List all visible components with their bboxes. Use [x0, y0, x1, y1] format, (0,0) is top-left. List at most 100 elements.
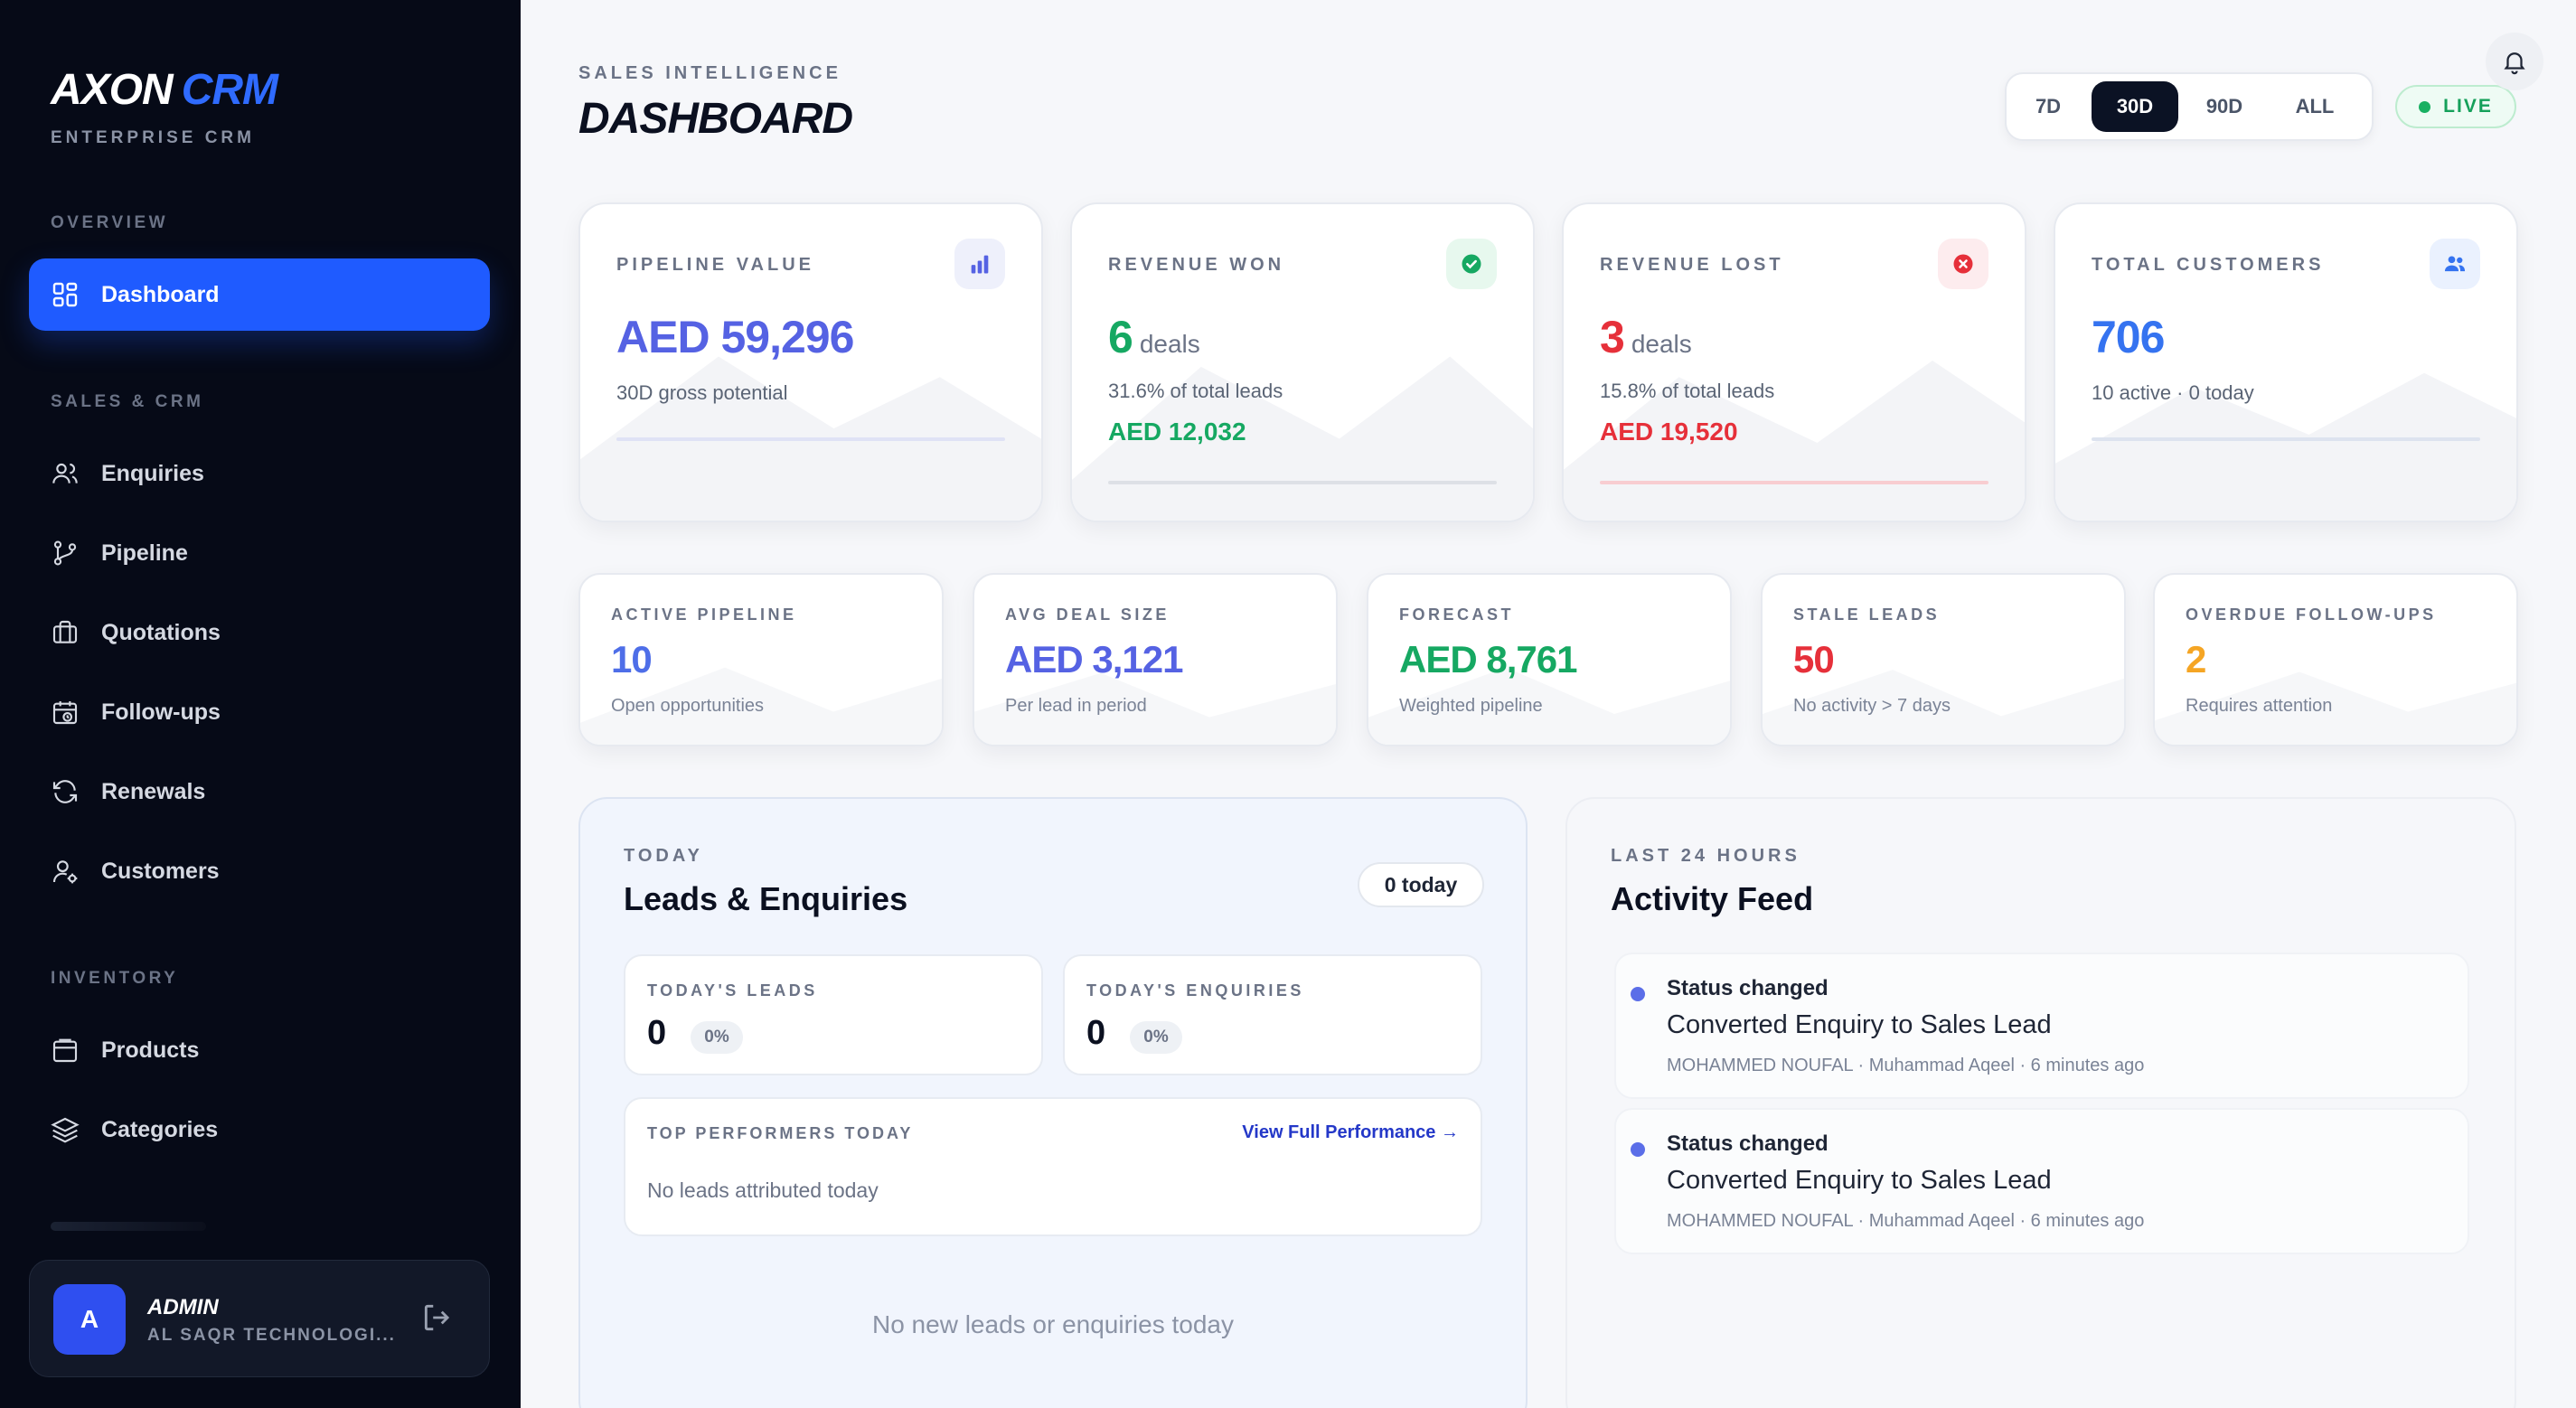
todays-enquiries-card: TODAY'S ENQUIRIES 0 0% [1063, 954, 1482, 1075]
sidebar-item-label: Products [101, 1037, 200, 1063]
nav-section-faded [51, 1222, 206, 1231]
sidebar-item-label: Pipeline [101, 540, 188, 566]
x-circle-icon [1953, 254, 1973, 274]
sidebar-item-products[interactable]: Products [29, 1014, 490, 1086]
calendar-clock-icon [52, 701, 78, 725]
sidebar-item-follow-ups[interactable]: Follow-ups [29, 676, 490, 748]
leads-empty-state: No new leads or enquiries today [871, 1310, 1234, 1338]
briefcase-icon [52, 620, 78, 643]
sidebar-item-quotations[interactable]: Quotations [29, 596, 490, 669]
range-30d-button[interactable]: 30D [2092, 81, 2178, 132]
stat-value: AED 8,761 [1399, 638, 1577, 681]
sidebar-item-enquiries[interactable]: Enquiries [29, 437, 490, 510]
kpi-number: 3 [1600, 312, 1625, 362]
kpi-label: REVENUE LOST [1600, 255, 1784, 275]
kpi-value: 6 deals [1108, 311, 1200, 363]
kpi-icon-wrap [2430, 239, 2480, 289]
sidebar-item-renewals[interactable]: Renewals [29, 756, 490, 828]
kpi-label: PIPELINE VALUE [616, 255, 814, 275]
live-badge: LIVE [2395, 85, 2516, 128]
layers-icon [51, 1117, 80, 1143]
kpi-icon-wrap [954, 239, 1005, 289]
brand-logo[interactable]: AXON CRM [51, 65, 278, 115]
kpi-value: 3 deals [1600, 311, 1692, 363]
stat-label: STALE LEADS [1793, 605, 1941, 624]
nav-section-overview: OVERVIEW [51, 213, 169, 232]
sidebar-item-label: Dashboard [101, 281, 220, 307]
top-performers-label: TOP PERFORMERS TODAY [647, 1124, 914, 1142]
kpi-icon-wrap [1938, 239, 1988, 289]
brand-accent: CRM [181, 66, 278, 114]
kpi-value: AED 59,296 [616, 312, 854, 362]
activity-title: Activity Feed [1611, 880, 1814, 917]
activity-item[interactable]: Status changed Converted Enquiry to Sale… [1614, 1108, 2469, 1254]
stat-label: FORECAST [1399, 605, 1514, 624]
brand-subtitle: ENTERPRISE CRM [51, 128, 255, 147]
todays-leads-percent-badge: 0% [691, 1021, 743, 1054]
range-7d-button[interactable]: 7D [2025, 81, 2072, 132]
sidebar-item-label: Follow-ups [101, 699, 221, 725]
kpi-number: 6 [1108, 312, 1133, 362]
live-dot-icon [2419, 100, 2431, 113]
todays-enquiries-value: 0 [1086, 1014, 1106, 1052]
sidebar-item-label: Quotations [101, 619, 221, 645]
kpi-subtext: 31.6% of total leads [1108, 380, 1283, 402]
kpi-unit: deals [1631, 330, 1692, 358]
activity-meta: MOHAMMED NOUFAL · Muhammad Aqeel · 6 min… [1667, 1056, 2145, 1075]
dashboard-icon [52, 282, 78, 307]
top-performers-empty-text: No leads attributed today [647, 1178, 879, 1202]
user-gear-icon [52, 860, 78, 884]
brand-name: AXON [51, 66, 174, 114]
kpi-amount: AED 12,032 [1108, 418, 1246, 446]
stat-subtext: Requires attention [2186, 696, 2333, 716]
today-count-badge: 0 today [1358, 862, 1484, 907]
todays-enquiries-percent-badge: 0% [1130, 1021, 1182, 1054]
sidebar: AXON CRM ENTERPRISE CRM OVERVIEW Dashboar… [0, 0, 521, 1408]
refresh-icon [52, 780, 78, 803]
view-full-performance-link[interactable]: View Full Performance → [1242, 1122, 1459, 1143]
stat-subtext: Open opportunities [611, 696, 765, 716]
kpi-subtext: 30D gross potential [616, 381, 788, 404]
stat-value: 2 [2186, 638, 2206, 681]
sidebar-item-customers[interactable]: Customers [29, 835, 490, 907]
stat-value: AED 3,121 [1005, 638, 1183, 681]
kpi-value: 706 [2092, 312, 2165, 362]
todays-leads-label: TODAY'S LEADS [647, 981, 818, 1000]
stat-subtext: Weighted pipeline [1399, 696, 1543, 716]
logout-icon[interactable] [420, 1300, 455, 1335]
kpi-underline [1108, 481, 1497, 484]
kpi-subtext: 10 active · 0 today [2092, 381, 2254, 404]
sidebar-item-pipeline[interactable]: Pipeline [29, 517, 490, 589]
user-name: ADMIN [147, 1295, 219, 1319]
activity-type: Status changed [1667, 1131, 1829, 1156]
kpi-underline [2092, 437, 2480, 441]
stat-card-forecast: FORECAST AED 8,761 Weighted pipeline [1367, 573, 1732, 746]
kpi-card-total-customers: TOTAL CUSTOMERS 706 10 active · 0 today [2054, 202, 2518, 522]
notification-button[interactable] [2486, 33, 2543, 90]
range-all-button[interactable]: ALL [2281, 81, 2348, 132]
activity-dot-icon [1631, 1142, 1645, 1157]
activity-eyebrow: LAST 24 HOURS [1611, 846, 1800, 866]
check-circle-icon [1462, 254, 1481, 274]
activity-meta: MOHAMMED NOUFAL · Muhammad Aqeel · 6 min… [1667, 1211, 2145, 1231]
bar-chart-icon [971, 255, 989, 274]
stat-value: 10 [611, 638, 653, 681]
card-background-decoration [2155, 671, 2516, 745]
top-performers-card: TOP PERFORMERS TODAY View Full Performan… [624, 1097, 1482, 1236]
user-card[interactable]: A ADMIN AL SAQR TECHNOLOGI... [29, 1260, 490, 1377]
sidebar-item-dashboard[interactable]: Dashboard [29, 258, 490, 331]
activity-item[interactable]: Status changed Converted Enquiry to Sale… [1614, 953, 2469, 1099]
activity-panel: LAST 24 HOURS Activity Feed Status chang… [1565, 797, 2516, 1408]
kpi-subtext: 15.8% of total leads [1600, 380, 1775, 402]
avatar: A [53, 1284, 126, 1355]
kpi-underline [1600, 481, 1988, 484]
header-eyebrow: SALES INTELLIGENCE [578, 63, 841, 83]
live-label: LIVE [2443, 96, 2493, 117]
todays-leads-card: TODAY'S LEADS 0 0% [624, 954, 1043, 1075]
range-90d-button[interactable]: 90D [2195, 81, 2254, 132]
kpi-label: TOTAL CUSTOMERS [2092, 255, 2325, 275]
sidebar-item-categories[interactable]: Categories [29, 1094, 490, 1166]
nav-section-sales: SALES & CRM [51, 392, 204, 411]
sidebar-item-label: Enquiries [101, 460, 204, 486]
sidebar-item-label: Customers [101, 858, 220, 884]
